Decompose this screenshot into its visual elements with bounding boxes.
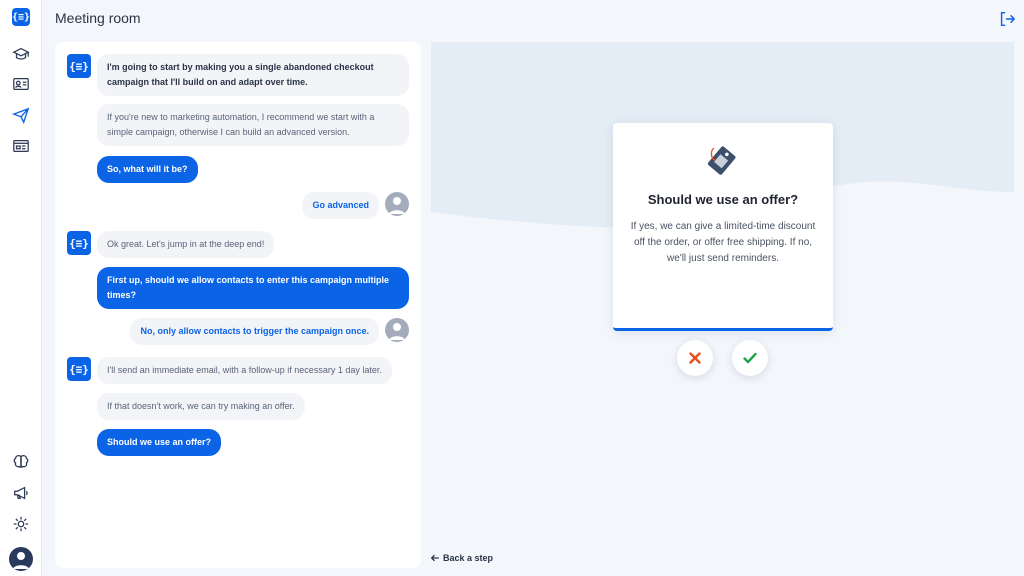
question-stage: Should we use an offer? If yes, we can g… (431, 42, 1014, 568)
no-button[interactable] (677, 340, 713, 376)
chat-message: If you're new to marketing automation, I… (97, 104, 409, 146)
newsletter-icon[interactable] (11, 136, 31, 156)
chat-message: Ok great. Let's jump in at the deep end! (97, 231, 275, 258)
bot-avatar: {≡} (67, 357, 91, 381)
megaphone-icon[interactable] (11, 483, 31, 503)
back-a-step-label: Back a step (443, 553, 494, 563)
back-a-step-link[interactable]: Back a step (430, 553, 493, 563)
chat-message: If that doesn't work, we can try making … (97, 393, 305, 420)
arrow-left-icon (431, 554, 439, 562)
campaigns-send-icon[interactable] (11, 105, 31, 125)
question-description: If yes, we can give a limited-time disco… (630, 221, 816, 264)
bot-avatar: {≡} (67, 231, 91, 255)
chat-message: So, what will it be? (97, 156, 198, 183)
chat-message: I'll send an immediate email, with a fol… (97, 357, 392, 384)
cross-icon (689, 352, 701, 364)
user-avatar (385, 318, 409, 342)
check-icon (743, 352, 757, 364)
question-title: Should we use an offer? (647, 192, 799, 207)
page-title: Meeting room (55, 10, 141, 26)
settings-gear-icon[interactable] (11, 514, 31, 534)
sidebar: {≡} (0, 0, 42, 576)
user-reply: Go advanced (302, 192, 379, 219)
user-avatar[interactable] (9, 547, 33, 571)
app-logo[interactable]: {≡} (12, 8, 30, 26)
chat-panel: {≡} I'm going to start by making you a s… (55, 42, 421, 568)
learn-icon[interactable] (11, 44, 31, 64)
chat-message: I'm going to start by making you a singl… (97, 54, 409, 96)
yes-button[interactable] (732, 340, 768, 376)
exit-icon[interactable] (998, 10, 1018, 30)
contacts-card-icon[interactable] (11, 74, 31, 94)
price-tag-icon (707, 146, 736, 175)
chat-message: Should we use an offer? (97, 429, 222, 456)
user-avatar (385, 192, 409, 216)
bot-avatar: {≡} (67, 54, 91, 78)
user-reply: No, only allow contacts to trigger the c… (130, 318, 379, 345)
brain-icon[interactable] (11, 452, 31, 472)
question-card: Should we use an offer? If yes, we can g… (613, 123, 833, 331)
chat-message: First up, should we allow contacts to en… (97, 267, 409, 309)
